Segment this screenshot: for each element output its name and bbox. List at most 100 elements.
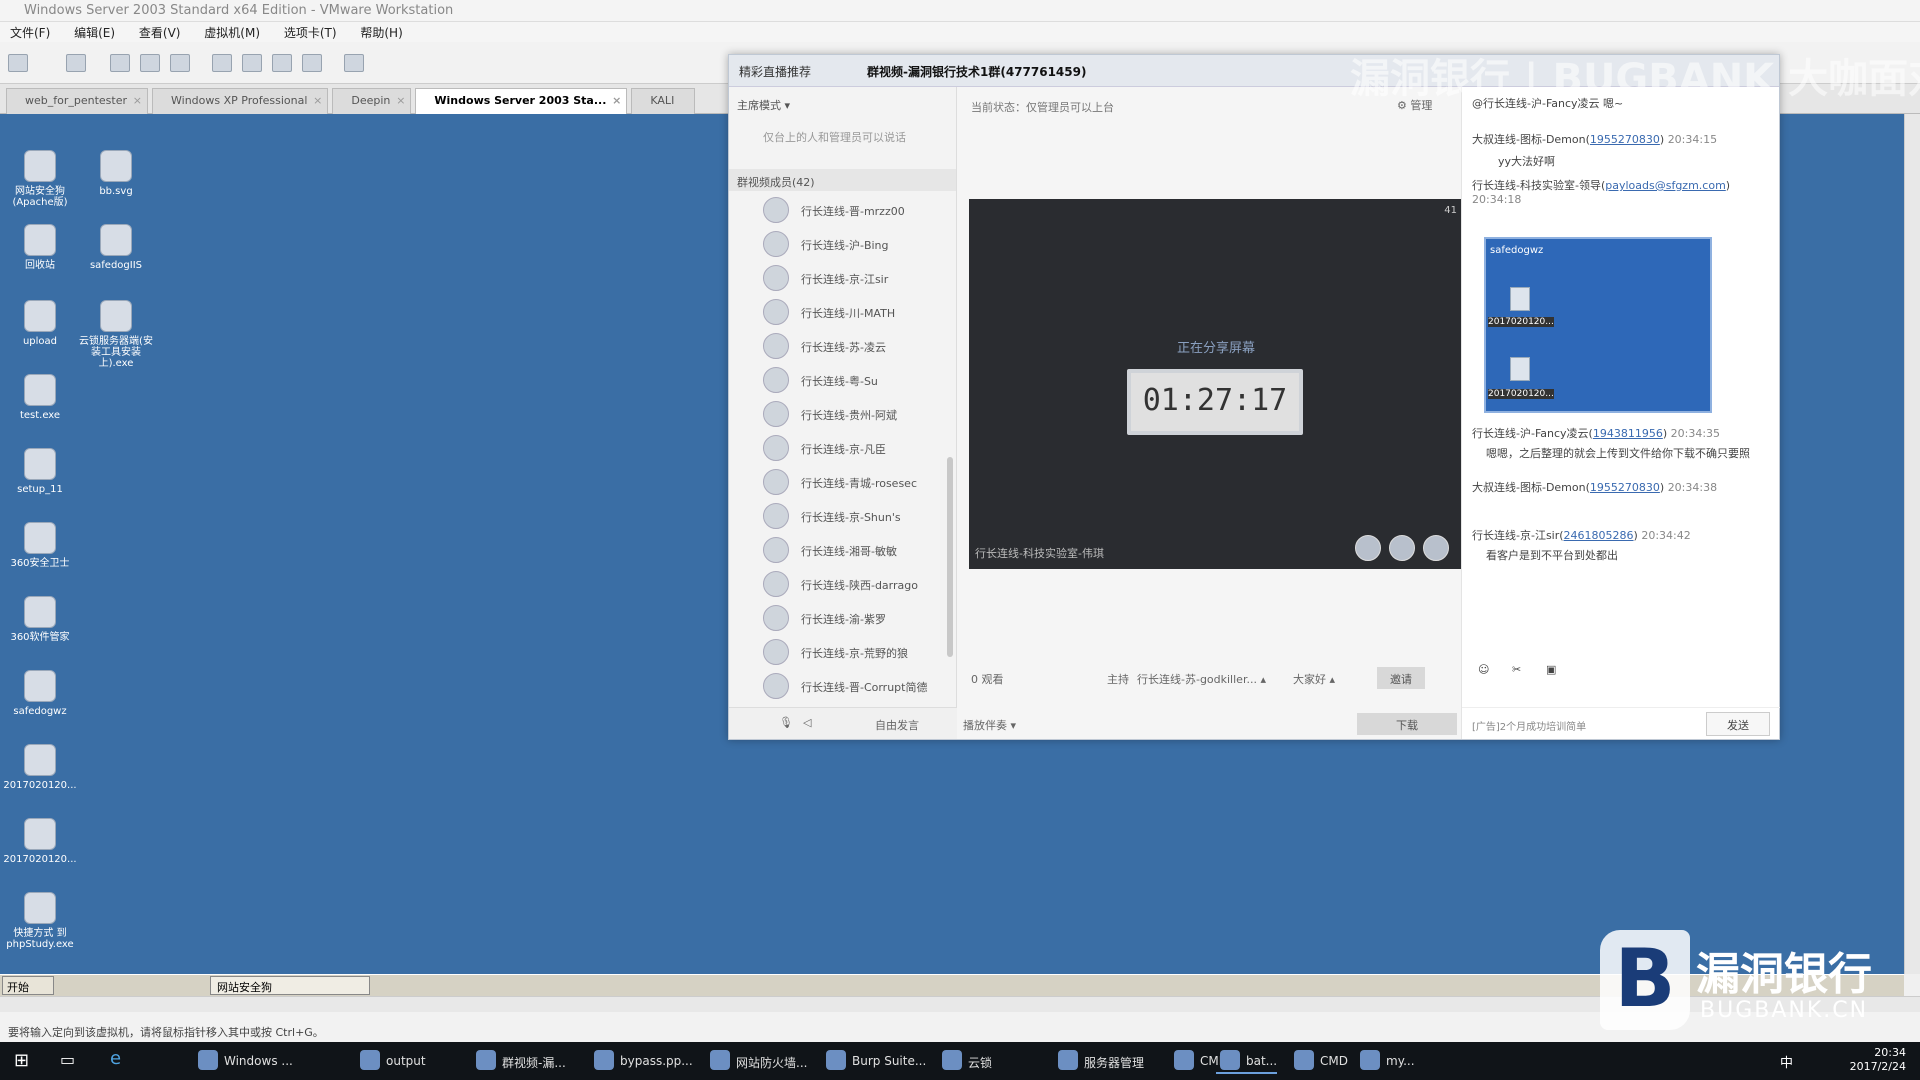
list-item[interactable]: 行长连线-京-凡臣 [763,433,953,463]
taskbar-item[interactable]: 服务器管理 [1054,1048,1144,1074]
guest-task-safedog[interactable]: 网站安全狗 [210,976,370,995]
fullscreen-icon[interactable] [272,54,292,72]
download-button[interactable]: 下载 [1357,713,1457,735]
list-item[interactable]: 行长连线-湘哥-敏敏 [763,535,953,565]
list-item[interactable]: 行长连线-川-MATH [763,297,953,327]
list-item[interactable]: 行长连线-京-Shun's [763,501,953,531]
taskbar-item[interactable]: Burp Suite... [822,1048,926,1074]
taskbar-item[interactable]: 群视频-漏... [472,1048,566,1074]
desktop-icon-file-2[interactable]: 2017020120... [2,818,78,865]
taskbar-item[interactable]: bat... [1216,1048,1278,1074]
user-link[interactable]: 1955270830 [1590,133,1660,146]
list-item[interactable]: 行长连线-粤-Su [763,365,953,395]
invite-button[interactable]: 邀请 [1377,667,1425,689]
tab-kali[interactable]: KALI [631,88,696,114]
close-icon[interactable]: × [396,94,405,107]
scissors-icon[interactable]: ✂ [1512,663,1521,676]
desktop-icon-phpstudy[interactable]: 快捷方式 到 phpStudy.exe [2,892,78,950]
list-item[interactable]: 行长连线-渝-紫罗 [763,603,953,633]
list-item[interactable]: 行长连线-陕西-darrago [763,569,953,599]
member-scrollbar[interactable] [947,457,953,657]
menu-tabs[interactable]: 选项卡(T) [274,22,347,43]
avatar[interactable] [1389,535,1415,561]
audience-dropdown[interactable]: 大家好 ▴ [1293,671,1335,687]
tab-windows-server-2003[interactable]: Windows Server 2003 Sta... × [415,88,628,114]
screen-share-video[interactable]: 41 正在分享屏幕 01:27:17 行长连线-科技实验室-伟琪 [969,199,1463,569]
user-link[interactable]: 2461805286 [1564,529,1634,542]
desktop-icon-test-exe[interactable]: test.exe [2,374,78,421]
desktop-icon-recycle-bin[interactable]: 回收站 [2,224,78,271]
snapshot-manager-icon[interactable] [170,54,190,72]
user-link[interactable]: payloads@sfgzm.com [1605,179,1726,192]
list-item[interactable]: 行长连线-苏-凌云 [763,331,953,361]
console-view-icon[interactable] [242,54,262,72]
revert-icon[interactable] [140,54,160,72]
free-talk-button[interactable]: 自由发言 [875,717,919,733]
unity-icon[interactable] [302,54,322,72]
desktop-icon-setup[interactable]: setup_11 [2,448,78,495]
taskbar-item[interactable]: CMD [1290,1048,1348,1074]
guest-start-button[interactable]: 开始 [2,976,54,995]
desktop-icon-file-1[interactable]: 2017020120... [2,744,78,791]
tab-live-recommend[interactable]: 精彩直播推荐 [739,63,811,80]
windows-start-icon[interactable]: ⊞ [14,1050,29,1071]
menu-vm[interactable]: 虚拟机(M) [194,22,270,43]
taskbar-item[interactable]: 网站防火墙... [706,1048,807,1074]
send-button[interactable]: 发送 [1706,712,1770,736]
ad-text[interactable]: [广告]2个月成功培训简单 [1472,718,1586,733]
desktop-icon-360-safe[interactable]: 360安全卫士 [2,522,78,569]
menu-view[interactable]: 查看(V) [129,22,191,43]
tab-web-for-pentester[interactable]: web_for_pentester × [6,88,149,114]
taskbar-item[interactable]: bypass.pp... [590,1048,693,1074]
user-link[interactable]: 1955270830 [1590,481,1660,494]
list-item[interactable]: 行长连线-沪-Bing [763,229,953,259]
shared-image[interactable]: safedogwz 2017020120... 2017020120... [1484,237,1712,413]
taskbar-item[interactable]: output [356,1048,426,1074]
desktop-icon-safedog-apache[interactable]: 网站安全狗(Apache版) [2,150,78,208]
system-clock[interactable]: 20:34 2017/2/24 [1850,1046,1906,1074]
close-icon[interactable]: × [612,94,621,107]
list-item[interactable]: 行长连线-晋-Corrupt简德 [763,671,953,701]
sidebar-icon[interactable] [212,54,232,72]
desktop-icon-bb-svg[interactable]: bb.svg [78,150,154,197]
desktop-icon-safedogwz[interactable]: safedogwz [2,670,78,717]
desktop-icon-upload[interactable]: upload [2,300,78,347]
desktop-icon-360-manager[interactable]: 360软件管家 [2,596,78,643]
taskbar-item[interactable]: my... [1356,1048,1415,1074]
desktop-icon-safedog-iis[interactable]: safedogIIS [78,224,154,271]
taskbar-item[interactable]: 云锁 [938,1048,992,1074]
host-dropdown[interactable]: 行长连线-苏-godkiller... ▴ [1137,671,1266,687]
list-item[interactable]: 行长连线-青城-rosesec [763,467,953,497]
tab-group-video[interactable]: 群视频-漏洞银行技术1群(477761459) [867,63,1086,80]
power-icon[interactable] [8,54,28,72]
console-only-icon[interactable] [344,54,364,72]
close-icon[interactable]: × [133,94,142,107]
list-item[interactable]: 行长连线-贵州-阿斌 [763,399,953,429]
list-item[interactable]: 行长连线-京-江sir [763,263,953,293]
ime-indicator[interactable]: 中 [1780,1052,1793,1071]
emoji-icon[interactable]: ☺ [1478,663,1489,676]
vertical-scrollbar[interactable] [1904,114,1920,974]
avatar[interactable] [1423,535,1449,561]
menu-edit[interactable]: 编辑(E) [64,22,125,43]
list-item[interactable]: 行长连线-晋-mrzz00 [763,195,953,225]
avatar[interactable] [1355,535,1381,561]
microphone-icon[interactable]: 🎙 [779,716,793,729]
tab-deepin[interactable]: Deepin × [332,88,412,114]
list-item[interactable]: 行长连线-京-荒野的狼 [763,637,953,667]
snapshot-icon[interactable] [110,54,130,72]
user-link[interactable]: 1943811956 [1593,427,1663,440]
desktop-icon-yunsuo[interactable]: 云锁服务器端(安装工具安装上).exe [78,300,154,369]
menu-help[interactable]: 帮助(H) [350,22,412,43]
mode-dropdown[interactable]: 主席模式 ▾ [737,97,790,113]
task-view-icon[interactable]: ▭ [60,1050,75,1069]
close-icon[interactable]: × [313,94,322,107]
menu-file[interactable]: 文件(F) [0,22,60,43]
tab-windows-xp[interactable]: Windows XP Professional × [152,88,329,114]
image-icon[interactable]: ▣ [1546,663,1556,676]
edge-icon[interactable]: e [110,1048,121,1069]
send-keys-icon[interactable] [66,54,86,72]
playlist-dropdown[interactable]: 播放伴奏 ▾ [963,717,1016,733]
taskbar-item[interactable]: Windows ... [194,1048,293,1074]
speaker-icon[interactable]: ◁ [803,716,811,729]
